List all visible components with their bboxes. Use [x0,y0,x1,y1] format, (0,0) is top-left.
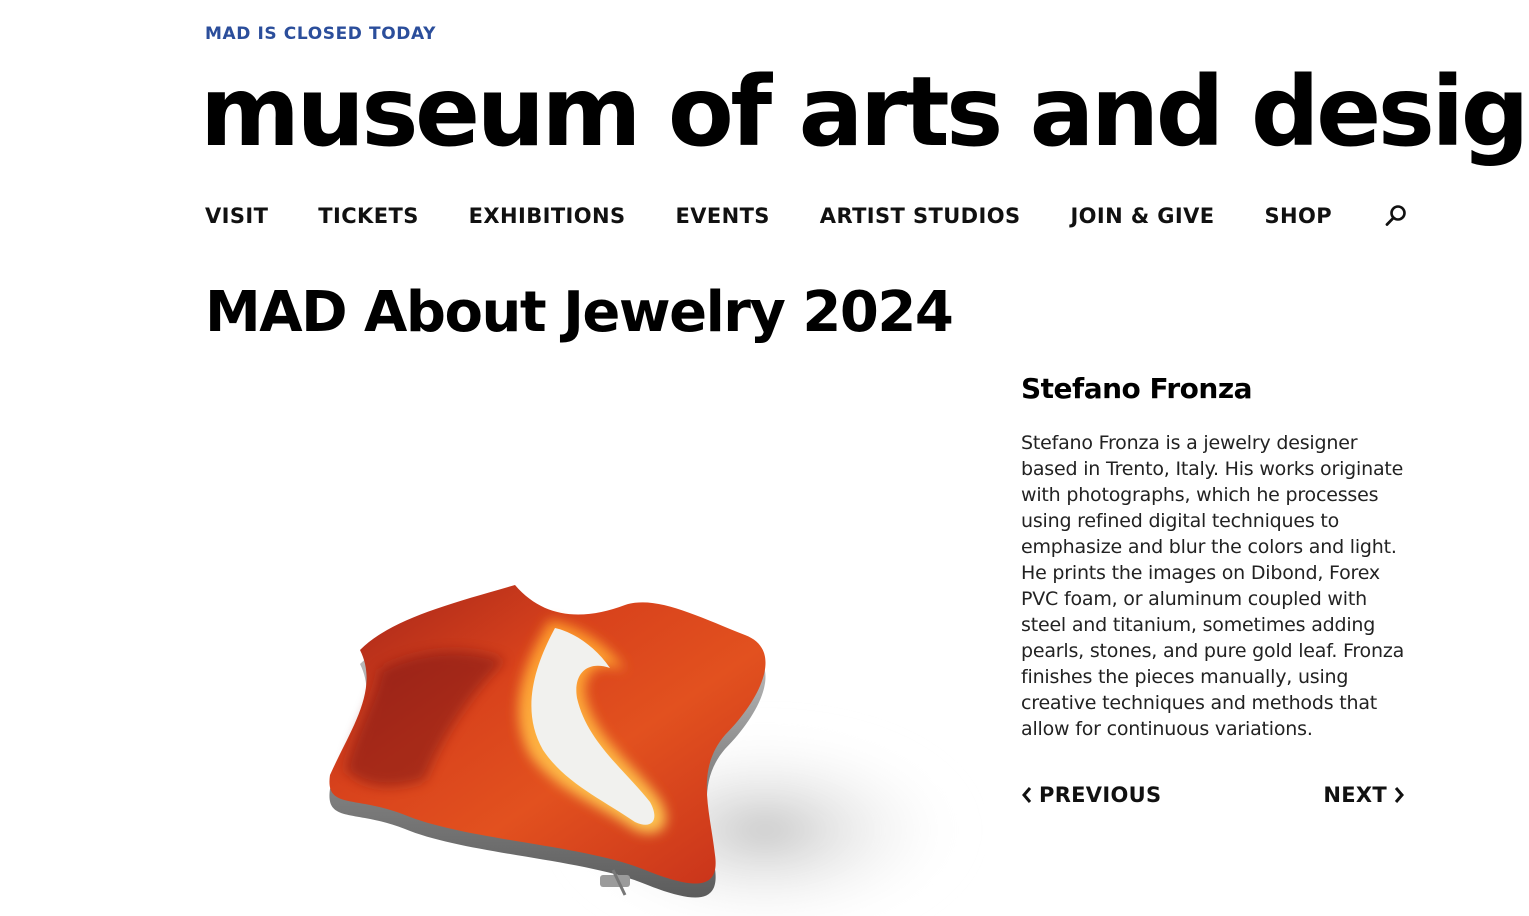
artist-pager: PREVIOUS NEXT [1021,783,1405,807]
search-icon [1385,205,1406,226]
artist-bio: Stefano Fronza is a jewelry designer bas… [1021,432,1405,740]
nav-shop[interactable]: SHOP [1264,204,1332,228]
next-button[interactable]: NEXT [1323,783,1405,807]
nav-exhibitions[interactable]: EXHIBITIONS [469,204,626,228]
search-button[interactable] [1382,202,1410,230]
site-logo[interactable]: museum of arts and design [200,52,1529,172]
main-nav: VISIT TICKETS EXHIBITIONS EVENTS ARTIST … [205,202,1410,230]
artwork-image[interactable] [205,370,985,916]
nav-tickets[interactable]: TICKETS [318,204,418,228]
closed-status-notice: MAD IS CLOSED TODAY [205,24,437,44]
nav-events[interactable]: EVENTS [675,204,769,228]
next-label: NEXT [1323,783,1387,807]
nav-artist-studios[interactable]: ARTIST STUDIOS [820,204,1021,228]
nav-join-give[interactable]: JOIN & GIVE [1070,204,1214,228]
artist-name: Stefano Fronza [1021,372,1253,405]
previous-button[interactable]: PREVIOUS [1021,783,1161,807]
artist-panel: Stefano Fronza Stefano Fronza is a jewel… [1021,372,1411,742]
nav-visit[interactable]: VISIT [205,204,268,228]
page-title: MAD About Jewelry 2024 [205,280,954,345]
previous-label: PREVIOUS [1039,783,1162,807]
chevron-right-icon [1394,787,1404,803]
chevron-left-icon [1022,787,1032,803]
